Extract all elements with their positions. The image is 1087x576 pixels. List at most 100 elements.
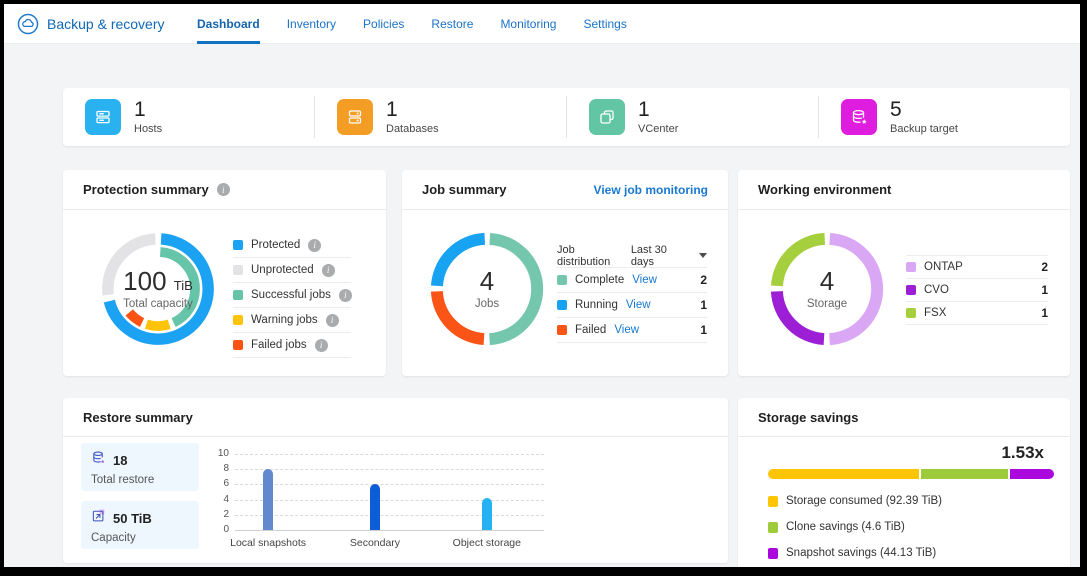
tab-inventory[interactable]: Inventory: [287, 4, 336, 44]
segment-clone-savings: [921, 469, 1008, 479]
jobs-label: Jobs: [475, 298, 499, 310]
card-title: Storage savings: [758, 410, 858, 425]
savings-ratio: 1.53x: [1001, 443, 1044, 463]
total-capacity-label: Total capacity: [123, 298, 193, 310]
tab-dashboard[interactable]: Dashboard: [197, 4, 260, 44]
total-capacity-value: 100: [123, 266, 166, 296]
job-distribution-label: Job distribution: [557, 244, 631, 268]
stat-backup-target: 5 Backup target: [819, 99, 1070, 135]
storage-count: 4: [820, 268, 834, 295]
env-row-ontap: ONTAP 2: [906, 256, 1048, 279]
stat-databases: 1 Databases: [315, 99, 566, 135]
summary-stats-bar: 1 Hosts 1 Databases 1 VCenter: [63, 88, 1070, 146]
clone-savings-swatch: [768, 522, 778, 533]
view-complete-link[interactable]: View: [632, 274, 657, 286]
donut-center: 4 Jobs: [430, 232, 544, 346]
card-title: Protection summary: [83, 182, 209, 197]
job-summary-card: Job summary View job monitoring 4 Jobs J…: [402, 170, 728, 376]
card-header: Protection summary i: [63, 170, 386, 210]
card-title: Working environment: [758, 182, 891, 197]
card-title: Restore summary: [83, 410, 193, 425]
storage-label: Storage: [807, 298, 847, 310]
job-distribution-header: Job distribution Last 30 days: [557, 244, 707, 268]
job-row-failed: Failed View 1: [557, 318, 707, 343]
storage-savings-card: Storage savings 1.53x Storage consumed (…: [738, 398, 1070, 567]
segment-storage-consumed: [768, 469, 919, 479]
info-icon[interactable]: i: [217, 183, 230, 196]
environment-donut-chart: 4 Storage: [770, 232, 884, 346]
job-row-complete: Complete View 2: [557, 268, 707, 293]
total-restore-value: 18: [113, 453, 127, 468]
donut-center: 4 Storage: [770, 232, 884, 346]
legend-item: Successful jobsi: [233, 283, 351, 308]
tab-monitoring[interactable]: Monitoring: [500, 4, 556, 44]
ontap-swatch: [906, 262, 916, 272]
job-row-running: Running View 1: [557, 293, 707, 318]
savings-stacked-bar: [768, 469, 1054, 479]
legend-item: Snapshot savings (44.13 TiB): [768, 540, 1054, 566]
info-icon[interactable]: i: [315, 339, 328, 352]
tab-policies[interactable]: Policies: [363, 4, 404, 44]
card-header: Storage savings: [738, 398, 1070, 437]
protection-summary-card: Protection summary i 100 TiB Total capac…: [63, 170, 386, 376]
jobs-count: 4: [480, 268, 494, 295]
savings-legend: Storage consumed (92.39 TiB) Clone savin…: [768, 488, 1054, 566]
app-window: Backup & recovery Dashboard Inventory Po…: [0, 0, 1087, 576]
storage-consumed-swatch: [768, 496, 778, 507]
bar-secondary: [370, 484, 380, 530]
running-swatch: [557, 300, 567, 310]
stat-value: 1: [386, 99, 439, 121]
unprotected-swatch: [233, 265, 243, 275]
failed-jobs-swatch: [233, 340, 243, 350]
info-icon[interactable]: i: [339, 289, 352, 302]
stat-label: Backup target: [890, 123, 958, 135]
stat-label: Hosts: [134, 123, 162, 135]
environment-legend: ONTAP 2 CVO 1 FSX 1: [906, 255, 1048, 325]
ontap-count: 2: [1041, 260, 1048, 274]
legend-item: Protectedi: [233, 233, 351, 258]
protection-legend: Protectedi Unprotectedi Successful jobsi…: [233, 233, 351, 358]
view-failed-link[interactable]: View: [614, 324, 639, 336]
stat-label: Databases: [386, 123, 439, 135]
legend-item: Clone savings (4.6 TiB): [768, 514, 1054, 540]
view-job-monitoring-link[interactable]: View job monitoring: [594, 183, 708, 197]
tab-restore[interactable]: Restore: [431, 4, 473, 44]
restore-summary-card: Restore summary 18 Total restore 50 TiB …: [63, 398, 728, 563]
chevron-down-icon: [699, 253, 707, 258]
tab-settings[interactable]: Settings: [583, 4, 626, 44]
cvo-count: 1: [1041, 283, 1048, 297]
bar-object-storage: [482, 498, 492, 530]
complete-swatch: [557, 275, 567, 285]
env-row-cvo: CVO 1: [906, 279, 1048, 302]
failed-count: 1: [700, 323, 707, 337]
legend-item: Failed jobsi: [233, 333, 351, 358]
working-environment-card: Working environment 4 Storage ONTAP 2 CV…: [738, 170, 1070, 376]
total-capacity-unit: TiB: [174, 278, 193, 293]
protected-swatch: [233, 240, 243, 250]
snapshot-savings-swatch: [768, 548, 778, 559]
job-donut-chart: 4 Jobs: [430, 232, 544, 346]
restore-database-icon: [91, 450, 106, 470]
total-restore-label: Total restore: [91, 474, 189, 486]
fsx-swatch: [906, 308, 916, 318]
cvo-swatch: [906, 285, 916, 295]
info-icon[interactable]: i: [308, 239, 321, 252]
backup-target-icon: [841, 99, 877, 135]
stat-value: 1: [134, 99, 162, 121]
view-running-link[interactable]: View: [626, 299, 651, 311]
hosts-icon: [85, 99, 121, 135]
stat-hosts: 1 Hosts: [63, 99, 314, 135]
date-range-dropdown[interactable]: Last 30 days: [631, 244, 707, 268]
stat-label: VCenter: [638, 123, 678, 135]
job-distribution-panel: Job distribution Last 30 days Complete V…: [557, 244, 707, 343]
capacity-chart-icon: [91, 508, 106, 528]
info-icon[interactable]: i: [326, 314, 339, 327]
vcenter-icon: [589, 99, 625, 135]
info-icon[interactable]: i: [322, 264, 335, 277]
total-restore-box: 18 Total restore: [81, 443, 199, 491]
legend-item: Warning jobsi: [233, 308, 351, 333]
warning-jobs-swatch: [233, 315, 243, 325]
stat-vcenter: 1 VCenter: [567, 99, 818, 135]
capacity-label: Capacity: [91, 532, 189, 544]
legend-item: Unprotectedi: [233, 258, 351, 283]
